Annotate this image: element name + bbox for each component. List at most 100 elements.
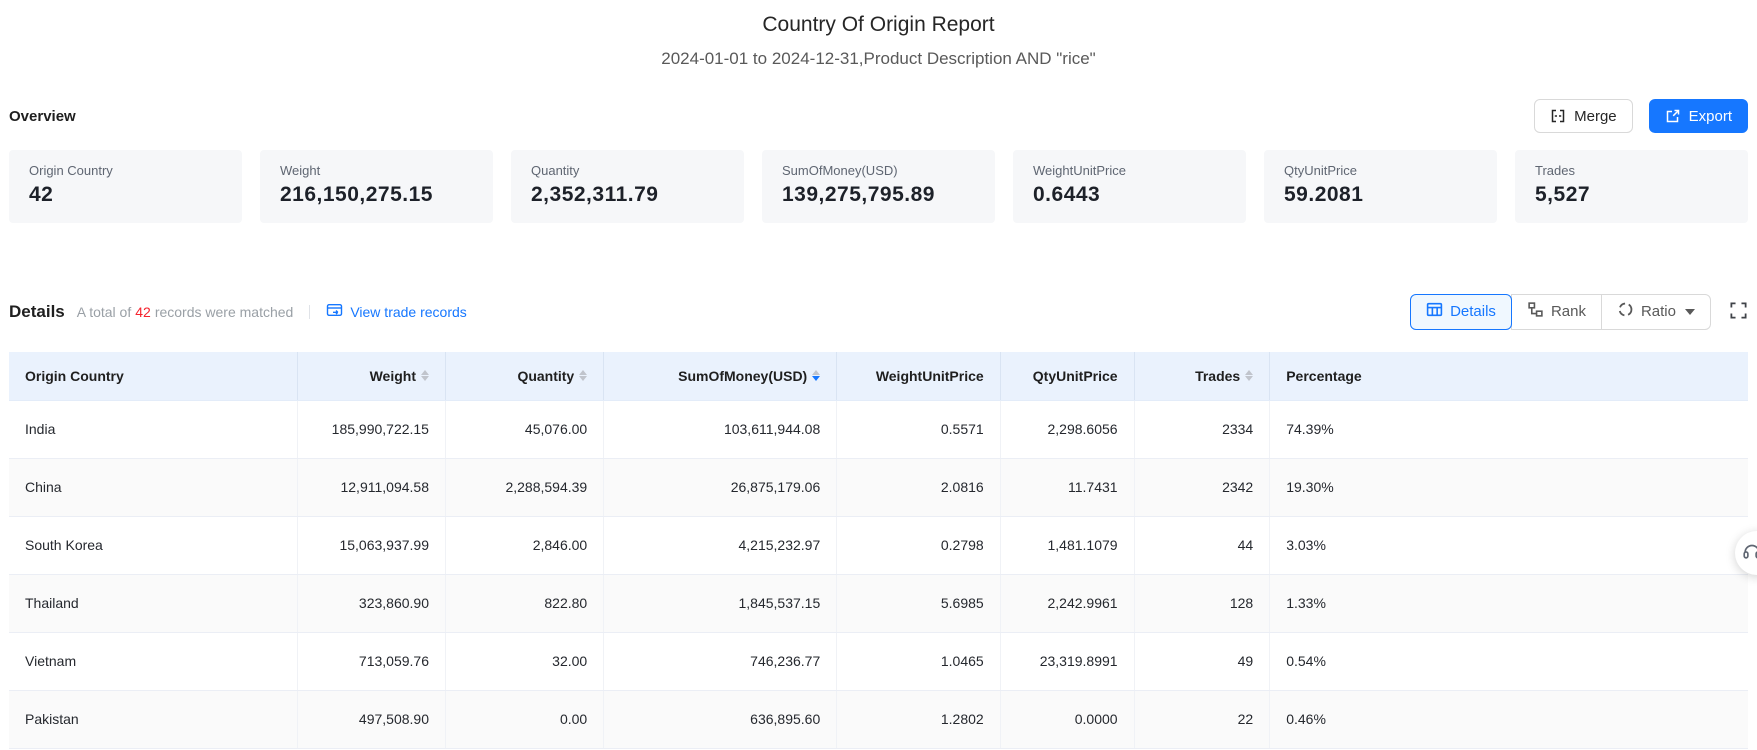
pct-cell: 0.46% — [1269, 690, 1748, 749]
column-header-sumofmoney-usd[interactable]: SumOfMoney(USD) — [603, 352, 838, 401]
country-cell: South Korea — [9, 516, 299, 575]
sort-carets-icon — [812, 370, 821, 382]
stat-card-value: 216,150,275.15 — [280, 183, 433, 206]
column-header-label: QtyUnitPrice — [1032, 367, 1118, 384]
tab-label: Rank — [1550, 303, 1586, 320]
quantity-cell: 45,076.00 — [445, 400, 605, 459]
trades-cell: 44 — [1134, 516, 1271, 575]
details-bar: Details A total of 42 records were matched… — [9, 293, 1748, 330]
quantity-cell: 0.00 — [445, 690, 605, 749]
table-row-vietnam: Vietnam 713,059.76 32.00 746,236.77 1.0465 23… — [9, 632, 1748, 691]
matched-prefix: A total of — [76, 303, 132, 320]
country-of-origin-report-page: Country Of Origin Report 2024-01-01 to 2… — [0, 0, 1757, 750]
column-header-label: SumOfMoney(USD) — [678, 367, 808, 384]
qup-cell: 2,242.9961 — [1000, 574, 1135, 633]
wup-cell: 5.6985 — [836, 574, 1001, 633]
tab-ratio[interactable]: Ratio — [1600, 293, 1711, 330]
wup-cell: 0.5571 — [836, 400, 1001, 459]
details-right: Details Rank Ratio — [1410, 293, 1748, 330]
wup-cell: 2.0816 — [836, 458, 1001, 517]
overview-section-title: Overview — [9, 107, 76, 125]
stat-card-label: SumOfMoney(USD) — [782, 163, 898, 178]
export-button-label: Export — [1688, 107, 1732, 125]
tab-label: Details — [1450, 303, 1496, 320]
origin-country-table: Origin Country Weight Quantity SumOfMoney(U… — [9, 352, 1748, 749]
matched-suffix: records were matched — [154, 303, 294, 320]
stat-card-sumofmoney-usd: SumOfMoney(USD) 139,275,795.89 — [762, 150, 995, 223]
trades-cell: 22 — [1134, 690, 1271, 749]
view-trade-records-label: View trade records — [350, 303, 467, 320]
merge-button[interactable]: Merge — [1534, 99, 1633, 133]
column-header-weightunitprice: WeightUnitPrice — [836, 352, 1001, 401]
tab-details[interactable]: Details — [1410, 293, 1512, 330]
sum-cell: 746,236.77 — [603, 632, 838, 691]
table-row-india: India 185,990,722.15 45,076.00 103,611,944.… — [9, 400, 1748, 459]
table-row-pakistan: Pakistan 497,508.90 0.00 636,895.60 1.2802 0.… — [9, 690, 1748, 749]
report-subtitle: 2024-01-01 to 2024-12-31,Product Descrip… — [661, 49, 1096, 68]
column-header-label: Trades — [1195, 367, 1241, 384]
weight-cell: 12,911,094.58 — [297, 458, 446, 517]
quantity-cell: 2,288,594.39 — [445, 458, 605, 517]
sort-carets-icon — [579, 370, 588, 382]
merge-cells-icon — [1550, 108, 1566, 124]
stat-card-label: Trades — [1535, 163, 1575, 178]
stat-card-value: 42 — [29, 183, 54, 206]
fullscreen-button[interactable] — [1729, 301, 1748, 323]
column-header-quantity[interactable]: Quantity — [445, 352, 605, 401]
table-row-thailand: Thailand 323,860.90 822.80 1,845,537.15 5.69… — [9, 574, 1748, 633]
stat-card-qtyunitprice: QtyUnitPrice 59.2081 — [1264, 150, 1497, 223]
tab-rank[interactable]: Rank — [1510, 293, 1602, 330]
column-header-weight[interactable]: Weight — [297, 352, 446, 401]
qup-cell: 2,298.6056 — [1000, 400, 1135, 459]
overview-bar: Overview Merge Export — [9, 98, 1748, 134]
pct-cell: 3.03% — [1269, 516, 1748, 575]
details-left: Details A total of 42 records were matched… — [9, 302, 467, 322]
column-header-label: Origin Country — [25, 367, 124, 384]
table-header-row: Origin Country Weight Quantity SumOfMoney(U… — [9, 352, 1748, 401]
weight-cell: 713,059.76 — [297, 632, 446, 691]
column-header-trades[interactable]: Trades — [1134, 352, 1271, 401]
matched-records-text: A total of 42 records were matched — [77, 304, 294, 320]
pct-cell: 0.54% — [1269, 632, 1748, 691]
pct-cell: 74.39% — [1269, 400, 1748, 459]
ratio-icon — [1617, 301, 1634, 322]
trades-cell: 2334 — [1134, 400, 1271, 459]
export-button[interactable]: Export — [1648, 99, 1748, 133]
view-trade-records-link[interactable]: View trade records — [326, 303, 467, 321]
trades-cell: 128 — [1134, 574, 1271, 633]
stat-card-label: WeightUnitPrice — [1033, 163, 1126, 178]
export-icon — [1665, 108, 1681, 124]
wup-cell: 0.2798 — [836, 516, 1001, 575]
column-header-label: Weight — [369, 367, 416, 384]
view-mode-tab-group: Details Rank Ratio — [1410, 293, 1711, 330]
weight-cell: 185,990,722.15 — [297, 400, 446, 459]
headset-icon — [1741, 540, 1757, 567]
weight-cell: 323,860.90 — [297, 574, 446, 633]
stat-card-weightunitprice: WeightUnitPrice 0.6443 — [1013, 150, 1246, 223]
fullscreen-expand-icon — [1729, 301, 1748, 323]
sum-cell: 26,875,179.06 — [603, 458, 838, 517]
overview-actions: Merge Export — [1534, 99, 1748, 133]
column-header-label: WeightUnitPrice — [875, 367, 984, 384]
trade-window-icon — [326, 303, 343, 321]
page-title: Country Of Origin Report — [762, 13, 995, 36]
sort-carets-icon — [1245, 370, 1254, 382]
weight-cell: 497,508.90 — [297, 690, 446, 749]
qup-cell: 0.0000 — [1000, 690, 1135, 749]
column-header-percentage: Percentage — [1269, 352, 1748, 401]
table-row-south-korea: South Korea 15,063,937.99 2,846.00 4,215,23… — [9, 516, 1748, 575]
country-cell: India — [9, 400, 299, 459]
column-header-label: Percentage — [1286, 367, 1362, 384]
stat-card-label: QtyUnitPrice — [1284, 163, 1357, 178]
vertical-divider — [309, 304, 311, 319]
sum-cell: 4,215,232.97 — [603, 516, 838, 575]
trades-cell: 49 — [1134, 632, 1271, 691]
stat-card-label: Weight — [280, 163, 321, 178]
pct-cell: 1.33% — [1269, 574, 1748, 633]
weight-cell: 15,063,937.99 — [297, 516, 446, 575]
details-table-wrap: Origin Country Weight Quantity SumOfMoney(U… — [9, 352, 1748, 749]
table-icon — [1426, 301, 1443, 322]
column-header-qtyunitprice: QtyUnitPrice — [1000, 352, 1135, 401]
qup-cell: 1,481.1079 — [1000, 516, 1135, 575]
stat-card-trades: Trades 5,527 — [1515, 150, 1748, 223]
